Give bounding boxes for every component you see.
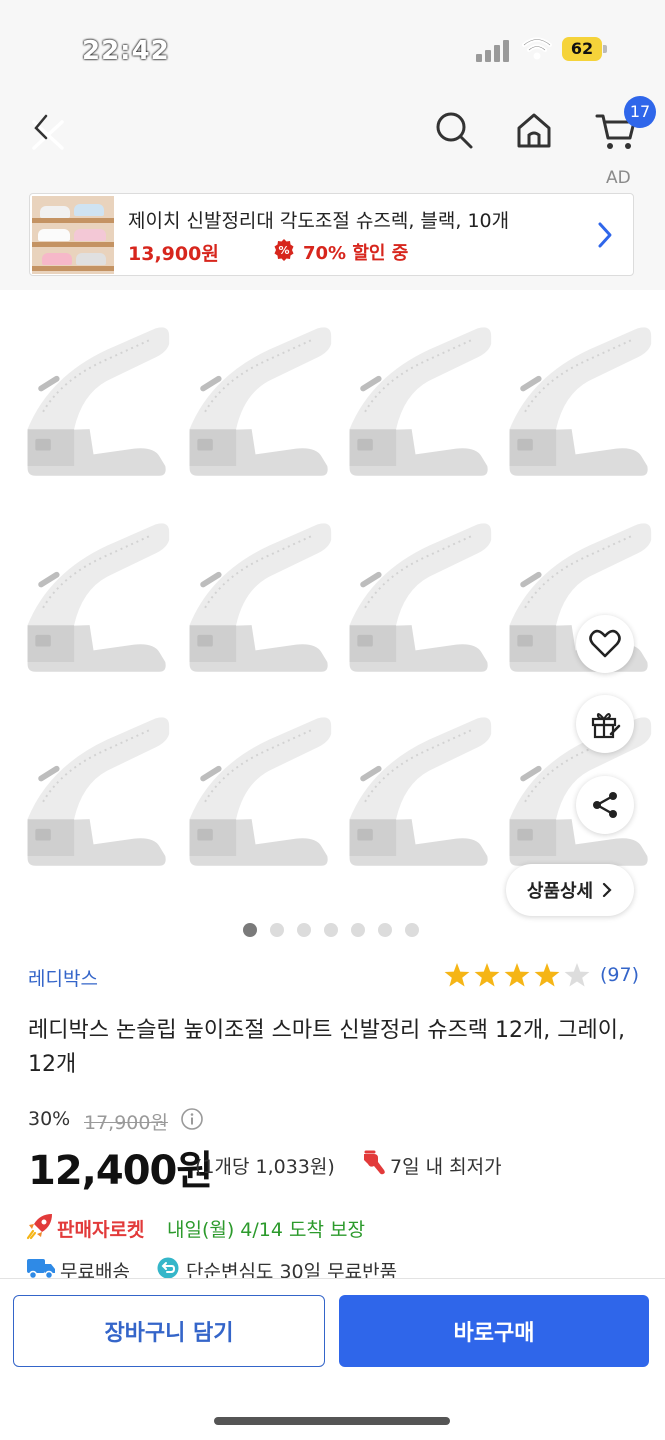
rating-stars bbox=[444, 963, 590, 987]
star-icon bbox=[504, 963, 530, 987]
status-time: 22:42 bbox=[82, 36, 170, 66]
original-price: 17,900원 bbox=[84, 1112, 168, 1134]
wishlist-button[interactable] bbox=[576, 615, 634, 673]
ad-banner[interactable]: 제이치 신발정리대 각도조절 슈즈렉, 블랙, 10개 13,900원 % 70… bbox=[29, 193, 634, 276]
star-icon bbox=[444, 963, 470, 987]
shoe-rack-image bbox=[14, 318, 174, 488]
battery-level: 62 bbox=[562, 37, 602, 61]
battery-icon: 62 bbox=[562, 37, 608, 61]
home-indicator bbox=[214, 1417, 450, 1425]
rocket-delivery-label: 판매자로켓 bbox=[57, 1219, 145, 1241]
shoe-rack-image bbox=[336, 318, 496, 488]
heart-icon bbox=[589, 629, 621, 658]
pagination-dot[interactable] bbox=[324, 923, 338, 937]
truck-icon bbox=[27, 1259, 55, 1280]
info-icon[interactable] bbox=[180, 1107, 204, 1131]
chevron-right-icon bbox=[598, 222, 612, 248]
star-icon bbox=[474, 963, 500, 987]
signal-icon bbox=[476, 40, 512, 62]
shoe-rack-image bbox=[496, 318, 656, 488]
shoe-rack-image bbox=[14, 708, 174, 878]
shoe-rack-image bbox=[176, 318, 336, 488]
unit-price: (1개당 1,033원) bbox=[195, 1156, 335, 1178]
pagination-dot[interactable] bbox=[378, 923, 392, 937]
share-button[interactable] bbox=[576, 776, 634, 834]
ad-price: 13,900원 bbox=[128, 243, 219, 265]
ad-label: AD bbox=[606, 168, 631, 188]
brand-link[interactable]: 레디박스 bbox=[28, 964, 98, 991]
add-to-cart-button[interactable]: 장바구니 담기 bbox=[13, 1295, 325, 1367]
return-icon bbox=[157, 1257, 179, 1279]
shoe-rack-image bbox=[176, 708, 336, 878]
bottom-action-bar: 장바구니 담기 바로구매 bbox=[0, 1278, 665, 1440]
ad-discount: 70% 할인 중 bbox=[303, 243, 409, 264]
pagination-dot[interactable] bbox=[405, 923, 419, 937]
product-detail-label: 상품상세 bbox=[526, 881, 594, 902]
pagination-dot[interactable] bbox=[297, 923, 311, 937]
pagination-dot[interactable] bbox=[270, 923, 284, 937]
shoe-rack-image bbox=[14, 514, 174, 684]
shoe-rack-image bbox=[496, 514, 656, 684]
search-button[interactable] bbox=[430, 106, 478, 154]
ad-thumbnail bbox=[32, 196, 114, 274]
close-button[interactable] bbox=[24, 106, 72, 154]
pointing-down-icon bbox=[364, 1150, 385, 1175]
sale-price: 12,400원 bbox=[28, 1148, 213, 1194]
home-button[interactable] bbox=[510, 106, 558, 154]
pagination-dot[interactable] bbox=[243, 923, 257, 937]
star-icon bbox=[534, 963, 560, 987]
review-count-link[interactable]: (97) bbox=[600, 964, 639, 986]
home-icon bbox=[517, 113, 551, 148]
image-pagination bbox=[243, 923, 419, 937]
close-icon bbox=[32, 114, 64, 150]
shoe-rack-image bbox=[176, 514, 336, 684]
lowest-price-badge: 7일 내 최저가 bbox=[390, 1156, 502, 1178]
product-title: 레디박스 논슬립 높이조절 스마트 신발정리 슈즈랙 12개, 그레이, 12개 bbox=[28, 1018, 625, 1077]
shoe-rack-image bbox=[336, 708, 496, 878]
discount-badge-icon: % bbox=[274, 239, 294, 261]
search-icon bbox=[436, 112, 473, 149]
chevron-right-icon bbox=[603, 882, 612, 898]
buy-now-button[interactable]: 바로구매 bbox=[339, 1295, 649, 1367]
cart-count-badge: 17 bbox=[624, 96, 656, 128]
wifi-icon bbox=[522, 37, 552, 60]
delivery-date: 내일(월) 4/14 도착 보장 bbox=[167, 1219, 365, 1241]
status-bar: 22:42 62 bbox=[0, 0, 665, 100]
gift-button[interactable] bbox=[576, 695, 634, 753]
star-icon bbox=[564, 963, 590, 987]
product-detail-button[interactable]: 상품상세 bbox=[506, 864, 634, 916]
discount-rate: 30% bbox=[28, 1108, 71, 1130]
gift-icon bbox=[591, 713, 621, 739]
shoe-rack-image bbox=[336, 514, 496, 684]
top-nav bbox=[0, 100, 665, 170]
ad-title: 제이치 신발정리대 각도조절 슈즈렉, 블랙, 10개 bbox=[128, 210, 510, 232]
pagination-dot[interactable] bbox=[351, 923, 365, 937]
svg-text:%: % bbox=[278, 244, 289, 257]
rocket-icon bbox=[26, 1214, 52, 1240]
share-icon bbox=[593, 792, 617, 818]
